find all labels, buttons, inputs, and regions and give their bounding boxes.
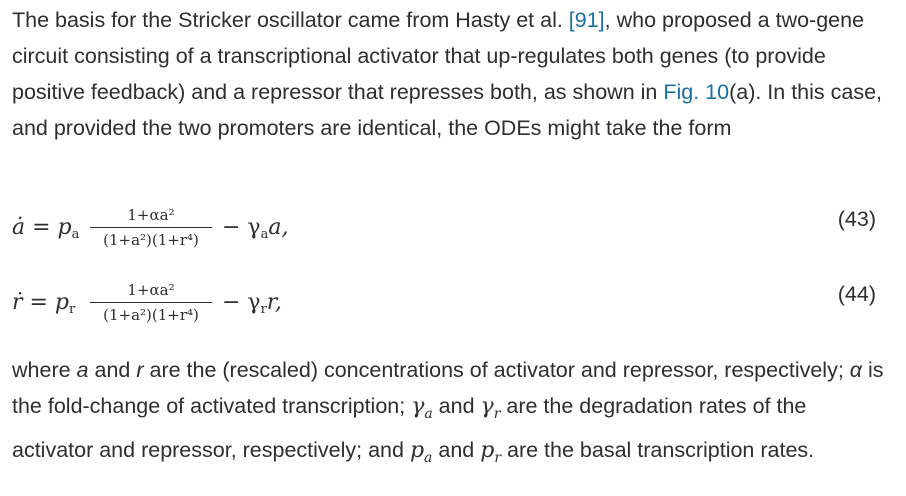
paragraph-text: where xyxy=(12,358,77,382)
fraction-bar xyxy=(90,302,212,303)
reference-link-91[interactable]: [91] xyxy=(569,8,605,32)
variable-a: a xyxy=(76,358,89,382)
equation-fraction: 1+αa² (1+a²)(1+r⁴) xyxy=(90,280,212,325)
fraction-numerator: 1+αa² xyxy=(127,281,175,299)
equation-lhs: ȧ = pa xyxy=(12,215,80,242)
paragraph-text: and xyxy=(432,438,481,462)
fraction-numerator: 1+αa² xyxy=(127,206,175,224)
equation-number: (44) xyxy=(837,282,876,306)
equation-rhs: − γaa, xyxy=(222,215,289,242)
variable-gamma-r: γr xyxy=(480,394,501,422)
variable-p-r: pr xyxy=(480,438,502,466)
equation-lhs: ṙ = pr xyxy=(12,290,76,317)
fraction-denominator: (1+a²)(1+r⁴) xyxy=(103,306,199,324)
paragraph-text: and xyxy=(88,358,137,382)
equation-fraction: 1+αa² (1+a²)(1+r⁴) xyxy=(90,205,212,250)
paragraph-text: and xyxy=(432,394,481,418)
fraction-bar xyxy=(90,227,212,228)
paragraph-text: are the basal transcription rates. xyxy=(501,438,815,462)
variable-p-a: pa xyxy=(409,438,433,466)
paragraph-text: The basis for the Stricker oscillator ca… xyxy=(12,8,569,32)
paragraph-text: are the (rescaled) concentrations of act… xyxy=(143,358,850,382)
equation-44: ṙ = pr 1+αa² (1+a²)(1+r⁴) − γrr, (44) xyxy=(12,280,876,330)
variable-gamma-a: γa xyxy=(411,394,433,422)
fraction-denominator: (1+a²)(1+r⁴) xyxy=(103,231,199,249)
paragraph-intro: The basis for the Stricker oscillator ca… xyxy=(12,2,892,146)
equation-43: ȧ = pa 1+αa² (1+a²)(1+r⁴) − γaa, (43) xyxy=(12,205,876,255)
equation-number: (43) xyxy=(837,207,876,231)
paragraph-definitions: where a and r are the (rescaled) concent… xyxy=(12,352,892,476)
variable-alpha: α xyxy=(849,358,863,382)
figure-link-10[interactable]: Fig. 10 xyxy=(663,80,729,104)
variable-r: r xyxy=(136,358,144,382)
equation-rhs: − γrr, xyxy=(222,290,282,317)
